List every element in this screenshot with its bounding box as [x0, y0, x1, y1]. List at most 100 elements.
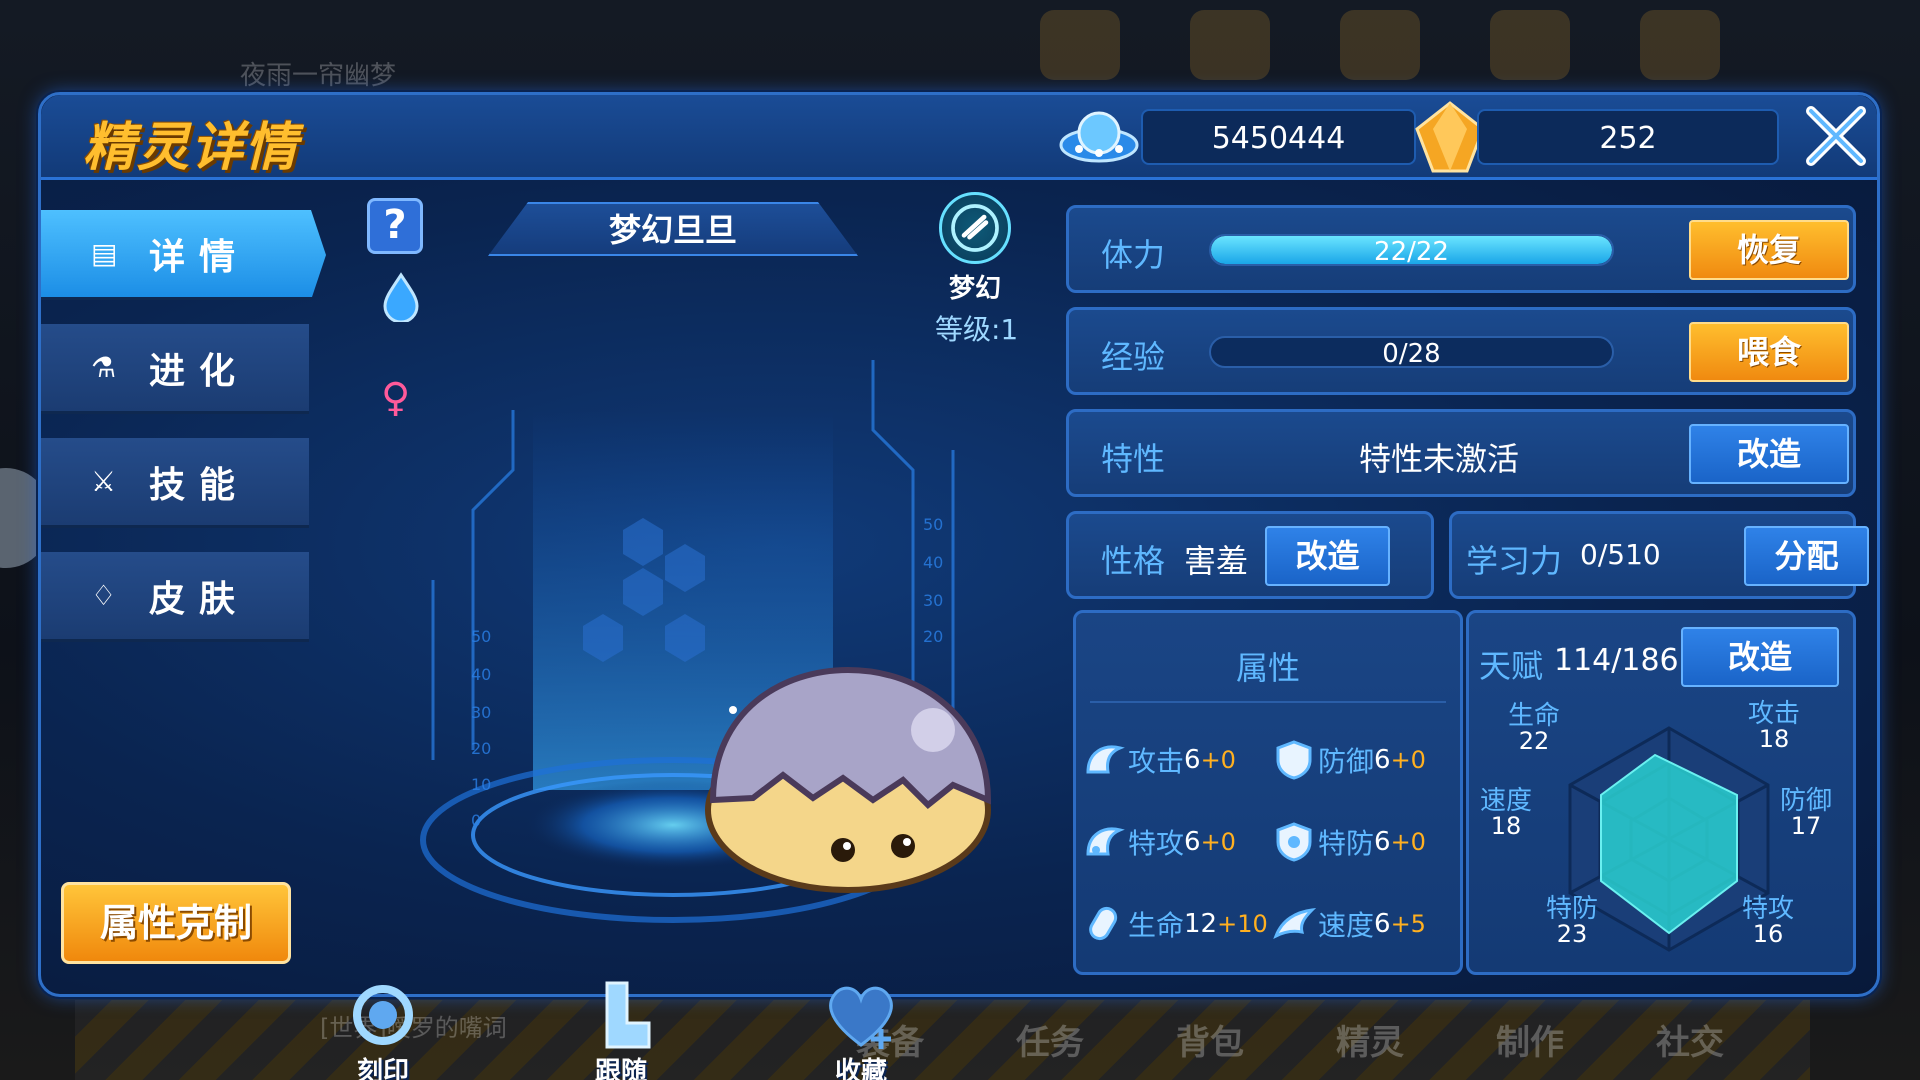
pet-creature-image [705, 666, 992, 893]
radar-value: 23 [1556, 920, 1588, 948]
attack-icon [1086, 745, 1125, 774]
stat-name: 攻击 [1128, 745, 1185, 778]
background-icon [1490, 10, 1570, 80]
stat-name: 速度 [1318, 909, 1375, 942]
background-top-icons [1040, 10, 1720, 80]
talent-panel: 天赋 114/186 改造 生命 22 攻击 18 防御 17 特攻 16 特防… [1466, 610, 1856, 975]
nature-modify-button[interactable]: 改造 [1265, 526, 1390, 586]
stat-bonus: +0 [1390, 746, 1426, 774]
radar-value: 18 [1758, 725, 1790, 753]
attributes-title: 属性 [1235, 649, 1300, 687]
radar-value: 22 [1518, 727, 1550, 755]
background-icon [1040, 10, 1120, 80]
stat-base: 6 [1374, 827, 1391, 857]
nav-item-details[interactable]: ▤ 详情 [41, 210, 326, 300]
follow-button[interactable]: 跟随 [571, 975, 671, 1080]
stat-name: 特防 [1318, 827, 1375, 860]
radar-label-hp: 生命 22 [1489, 703, 1579, 753]
svg-text:40: 40 [471, 665, 491, 684]
favorite-button[interactable]: 收藏 [811, 975, 911, 1080]
talent-modify-button[interactable]: 改造 [1681, 627, 1839, 687]
radar-label-defense: 防御 17 [1761, 788, 1851, 838]
flask-icon: ⚗ [91, 351, 117, 384]
stat-name: 防御 [1318, 745, 1375, 778]
restore-button[interactable]: 恢复 [1689, 220, 1849, 280]
nature-row: 性格 害羞 改造 [1066, 511, 1434, 599]
stat-bonus: +5 [1390, 910, 1426, 938]
stamina-label: 体力 [1101, 236, 1166, 274]
radar-name: 特防 [1545, 894, 1598, 924]
dream-type-icon [939, 192, 1011, 264]
stat-base: 6 [1374, 909, 1391, 939]
heart-plus-icon [829, 986, 893, 1049]
stat-defense: 防御 6 +0 [1272, 738, 1426, 782]
background-nav-item: 任务 [1016, 1023, 1084, 1063]
exp-bar: 0/28 [1209, 336, 1614, 368]
follow-label: 跟随 [594, 1057, 647, 1080]
background-bottom-nav: 装备 任务 背包 精灵 制作 社交 [850, 1015, 1730, 1064]
allocate-button[interactable]: 分配 [1744, 526, 1869, 586]
drop-icon: ♢ [91, 579, 117, 612]
svg-text:0: 0 [471, 811, 481, 830]
stat-name: 生命 [1128, 909, 1185, 942]
special-shield-icon [1276, 822, 1312, 862]
help-button[interactable]: ? [367, 198, 423, 254]
talent-value: 114/186 [1554, 643, 1679, 678]
nav-item-skins[interactable]: ♢ 皮肤 [41, 552, 309, 642]
shield-icon [1276, 740, 1312, 780]
svg-text:40: 40 [923, 553, 943, 572]
radar-label-attack: 攻击 18 [1729, 701, 1819, 751]
imprint-button[interactable]: 刻印 [333, 975, 433, 1080]
attributes-panel: 属性 攻击 6 +0 防御 6 +0 特攻 6 +0 特防 6 +0 生命 12… [1073, 610, 1463, 975]
stat-hp: 生命 12 +10 [1082, 902, 1268, 946]
pet-detail-panel: 精灵详情 5450444 252 ▤ 详情 ⚗ 进化 ⚔ 技能 ♢ 皮肤 属性克… [38, 92, 1880, 1080]
background-icon [1640, 10, 1720, 80]
stat-attack: 攻击 6 +0 [1082, 738, 1236, 782]
stamina-row: 体力 22/22 恢复 [1066, 205, 1856, 293]
coin-value: 5450444 [1211, 121, 1346, 156]
close-icon[interactable] [1803, 103, 1869, 169]
stamina-text: 22/22 [1374, 237, 1449, 266]
feed-button[interactable]: 喂食 [1689, 322, 1849, 382]
imprint-icon [353, 985, 413, 1045]
background-nav-item: 制作 [1496, 1023, 1564, 1063]
coin-ufo-icon [1059, 111, 1139, 163]
radar-label-special-attack: 特攻 16 [1723, 896, 1813, 946]
background-icon [1190, 10, 1270, 80]
nature-value: 害羞 [1184, 542, 1249, 580]
trait-row: 特性 特性未激活 改造 [1066, 409, 1856, 497]
background-nav-item: 背包 [1176, 1023, 1244, 1063]
favorite-label: 收藏 [834, 1057, 887, 1080]
svg-text:50: 50 [471, 627, 491, 646]
radar-label-speed: 速度 18 [1461, 788, 1551, 838]
radar-name: 攻击 [1747, 699, 1800, 729]
side-nav: ▤ 详情 ⚗ 进化 ⚔ 技能 ♢ 皮肤 [41, 210, 326, 666]
radar-name: 生命 [1507, 701, 1560, 731]
trait-modify-button[interactable]: 改造 [1689, 424, 1849, 484]
nav-item-skills[interactable]: ⚔ 技能 [41, 438, 309, 528]
stat-bonus: +0 [1200, 746, 1236, 774]
water-element-icon [383, 272, 419, 322]
svg-text:20: 20 [471, 739, 491, 758]
nav-item-label: 进化 [149, 350, 250, 392]
background-nav-item: 社交 [1656, 1023, 1724, 1063]
svg-text:30: 30 [923, 591, 943, 610]
gem-value: 252 [1599, 121, 1657, 156]
nav-item-evolve[interactable]: ⚗ 进化 [41, 324, 309, 414]
radar-label-special-defense: 特防 23 [1527, 896, 1617, 946]
imprint-label: 刻印 [356, 1057, 409, 1080]
stat-special-attack: 特攻 6 +0 [1082, 820, 1236, 864]
stat-base: 6 [1374, 745, 1391, 775]
stamina-bar: 22/22 [1209, 234, 1614, 266]
svg-text:50: 50 [923, 515, 943, 534]
stat-special-defense: 特防 6 +0 [1272, 820, 1426, 864]
wing-icon [1273, 907, 1316, 940]
pet-type-label: 梦幻 [948, 274, 1001, 304]
radar-value: 17 [1790, 812, 1822, 840]
talent-label: 天赋 [1479, 647, 1544, 685]
exp-text: 0/28 [1382, 339, 1441, 368]
attribute-restrain-button[interactable]: 属性克制 [61, 882, 291, 964]
skill-icon: ⚔ [91, 465, 117, 498]
svg-text:10: 10 [471, 775, 491, 794]
divider [1090, 701, 1446, 703]
